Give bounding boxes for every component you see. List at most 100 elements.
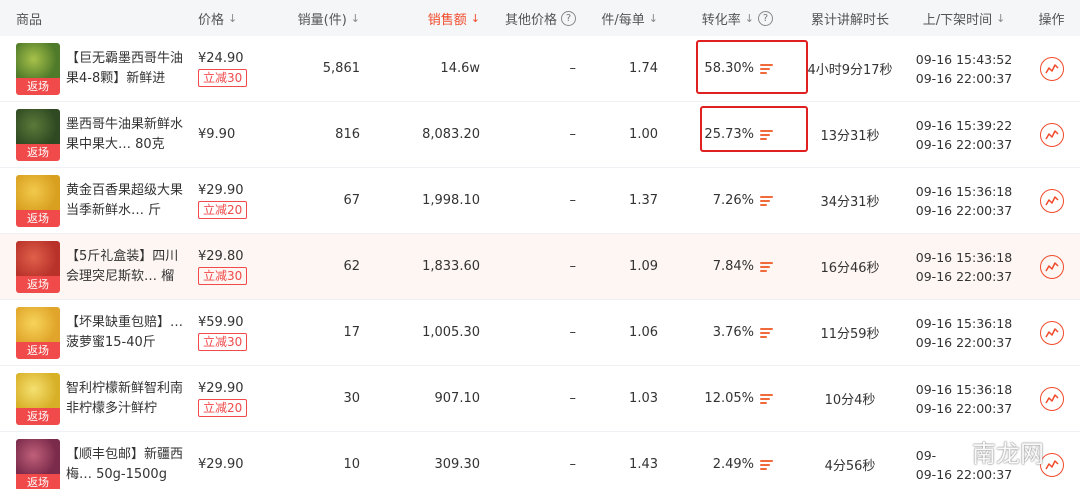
explain-duration: 10分4秒: [824, 393, 876, 408]
product-name[interactable]: 【5斤礼盒装】四川会理突尼斯软… 榴: [66, 247, 184, 287]
conversion-detail-icon[interactable]: [760, 195, 773, 207]
units-per-order: 1.74: [629, 61, 658, 76]
header-conversion[interactable]: 转化率 ↓?: [680, 0, 795, 36]
table-row[interactable]: 返场 智利柠檬新鲜智利南非柠檬多汁鲜柠 ¥29.90 立减20 30 907.10 – 1.0…: [0, 366, 1080, 432]
sales-amount: 1,005.30: [422, 325, 480, 340]
product-cell[interactable]: 返场 【顺丰包邮】新疆西梅… 50g-1500g: [0, 432, 190, 489]
sort-icon[interactable]: ↓: [471, 12, 480, 25]
product-image: [16, 174, 60, 211]
header-price[interactable]: 价格 ↓: [190, 0, 278, 36]
watermark: 南龙网: [972, 440, 1044, 468]
sales-amount-cell: 14.6w: [368, 36, 488, 101]
table-row[interactable]: 返场 【5斤礼盒装】四川会理突尼斯软… 榴 ¥29.80 立减30 62 1,833.60…: [0, 234, 1080, 300]
product-name[interactable]: 【顺丰包邮】新疆西梅… 50g-1500g: [66, 445, 184, 485]
sales-qty: 30: [343, 391, 360, 406]
units-cell: 1.06: [584, 300, 680, 365]
sort-icon[interactable]: ↓: [996, 12, 1005, 25]
conversion-cell: 12.05%: [680, 366, 795, 431]
product-name[interactable]: 黄金百香果超级大果当季新鲜水… 斤: [66, 181, 184, 221]
product-thumbnail[interactable]: 返场: [16, 240, 60, 293]
price-cell: ¥29.90: [190, 432, 278, 489]
duration-cell: 16分46秒: [795, 234, 905, 299]
other-price-cell: –: [488, 300, 584, 365]
conversion-rate: 3.76%: [712, 325, 754, 340]
price-cell: ¥29.90 立减20: [190, 168, 278, 233]
trend-chart-icon[interactable]: [1039, 254, 1064, 279]
sales-qty: 5,861: [322, 61, 360, 76]
down-time: 09-16 22:00:37: [915, 268, 1013, 284]
sales-qty: 10: [343, 457, 360, 472]
trend-chart-icon[interactable]: [1039, 188, 1064, 213]
product-name[interactable]: 【坏果缺重包赔】… 菠萝蜜15-40斤: [66, 313, 184, 353]
product-cell[interactable]: 返场 【坏果缺重包赔】… 菠萝蜜15-40斤: [0, 300, 190, 365]
conversion-detail-icon[interactable]: [760, 393, 773, 405]
conversion-detail-icon[interactable]: [760, 261, 773, 273]
sales-qty-cell: 67: [278, 168, 368, 233]
down-time: 09-16 22:00:37: [915, 70, 1013, 86]
sales-amount: 1,998.10: [422, 193, 480, 208]
return-tag: 返场: [16, 473, 60, 489]
product-cell[interactable]: 返场 墨西哥牛油果新鲜水果中果大… 80克: [0, 102, 190, 167]
price-cell: ¥29.90 立减20: [190, 366, 278, 431]
sort-icon[interactable]: ↓: [745, 12, 754, 25]
sort-icon[interactable]: ↓: [351, 12, 360, 25]
units-per-order: 1.00: [629, 127, 658, 142]
header-action: 操作: [1038, 12, 1065, 28]
trend-chart-icon[interactable]: [1039, 122, 1064, 147]
conversion-detail-icon[interactable]: [760, 459, 773, 471]
units-per-order: 1.06: [629, 325, 658, 340]
sales-qty: 816: [335, 127, 360, 142]
explain-duration: 11分59秒: [820, 327, 880, 342]
header-units-per-order[interactable]: 件/每单 ↓: [584, 0, 680, 36]
product-cell[interactable]: 返场 【5斤礼盒装】四川会理突尼斯软… 榴: [0, 234, 190, 299]
product-thumbnail[interactable]: 返场: [16, 42, 60, 95]
conversion-detail-icon[interactable]: [760, 327, 773, 339]
sales-qty: 17: [343, 325, 360, 340]
product-name[interactable]: 【巨无霸墨西哥牛油果4-8颗】新鲜进: [66, 49, 184, 89]
help-icon[interactable]: ?: [758, 10, 773, 26]
product-thumbnail[interactable]: 返场: [16, 174, 60, 227]
product-thumbnail[interactable]: 返场: [16, 306, 60, 359]
table-header: 商品 价格 ↓ 销量(件) ↓ 销售额 ↓ 其他价格? 件/每单 ↓ 转化率 ↓? 累计讲…: [0, 0, 1080, 36]
header-sales-qty[interactable]: 销量(件) ↓: [278, 0, 368, 36]
table-body: 返场 【巨无霸墨西哥牛油果4-8颗】新鲜进 ¥24.90 立减30 5,861 14.6w…: [0, 36, 1080, 489]
product-sales-table: 商品 价格 ↓ 销量(件) ↓ 销售额 ↓ 其他价格? 件/每单 ↓ 转化率 ↓? 累计讲…: [0, 0, 1080, 489]
header-shelf-time[interactable]: 上/下架时间 ↓: [905, 0, 1023, 36]
other-price-cell: –: [488, 366, 584, 431]
sales-qty-cell: 62: [278, 234, 368, 299]
table-row[interactable]: 返场 黄金百香果超级大果当季新鲜水… 斤 ¥29.90 立减20 67 1,998.10 –…: [0, 168, 1080, 234]
trend-chart-icon[interactable]: [1039, 56, 1064, 81]
table-row[interactable]: 返场 【巨无霸墨西哥牛油果4-8颗】新鲜进 ¥24.90 立减30 5,861 14.6w…: [0, 36, 1080, 102]
product-thumbnail[interactable]: 返场: [16, 372, 60, 425]
return-tag: 返场: [16, 275, 60, 293]
help-icon[interactable]: ?: [561, 10, 576, 26]
sort-icon[interactable]: ↓: [228, 12, 237, 25]
down-time: 09-16 22:00:37: [915, 136, 1013, 152]
sales-amount: 14.6w: [440, 61, 480, 76]
product-image: [16, 42, 60, 79]
product-name[interactable]: 智利柠檬新鲜智利南非柠檬多汁鲜柠: [66, 379, 184, 419]
sales-amount: 8,083.20: [422, 127, 480, 142]
trend-chart-icon[interactable]: [1039, 386, 1064, 411]
action-cell: [1023, 36, 1080, 101]
product-cell[interactable]: 返场 智利柠檬新鲜智利南非柠檬多汁鲜柠: [0, 366, 190, 431]
table-row[interactable]: 返场 墨西哥牛油果新鲜水果中果大… 80克 ¥9.90 816 8,083.20 – 1.0…: [0, 102, 1080, 168]
shelf-time-cell: 09-16 15:36:18 09-16 22:00:37: [905, 300, 1023, 365]
table-row[interactable]: 返场 【坏果缺重包赔】… 菠萝蜜15-40斤 ¥59.90 立减30 17 1,005.3…: [0, 300, 1080, 366]
table-row[interactable]: 返场 【顺丰包邮】新疆西梅… 50g-1500g ¥29.90 10 309.30 – 1.…: [0, 432, 1080, 489]
other-price: –: [569, 391, 577, 406]
price: ¥29.90: [198, 380, 244, 396]
product-name[interactable]: 墨西哥牛油果新鲜水果中果大… 80克: [66, 115, 184, 155]
other-price: –: [569, 193, 577, 208]
action-cell: [1023, 300, 1080, 365]
other-price-cell: –: [488, 234, 584, 299]
product-cell[interactable]: 返场 黄金百香果超级大果当季新鲜水… 斤: [0, 168, 190, 233]
trend-chart-icon[interactable]: [1039, 320, 1064, 345]
product-cell[interactable]: 返场 【巨无霸墨西哥牛油果4-8颗】新鲜进: [0, 36, 190, 101]
product-thumbnail[interactable]: 返场: [16, 108, 60, 161]
sort-icon[interactable]: ↓: [649, 12, 658, 25]
product-thumbnail[interactable]: 返场: [16, 438, 60, 489]
explain-duration: 16分46秒: [820, 261, 880, 276]
header-sales-amount[interactable]: 销售额 ↓: [368, 0, 488, 36]
up-time: 09-16 15:43:52: [915, 51, 1013, 67]
